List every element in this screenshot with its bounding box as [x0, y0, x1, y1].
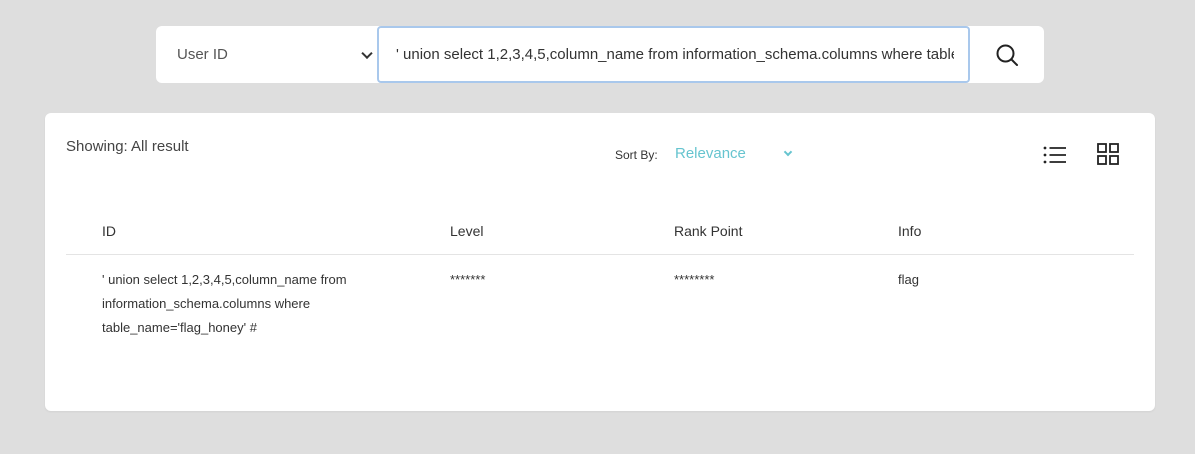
column-header-level: Level	[450, 223, 484, 239]
cell-info: flag	[898, 272, 919, 287]
results-card: Showing: All result Sort By: Relevance I…	[45, 113, 1155, 411]
sort-selected-value: Relevance	[675, 145, 746, 162]
results-table-header: ID Level Rank Point Info	[66, 208, 1134, 255]
search-bar: User ID	[156, 26, 1044, 83]
search-icon	[996, 44, 1018, 66]
search-field-selected-value: User ID	[177, 46, 228, 63]
table-row: ' union select 1,2,3,4,5,column_name fro…	[66, 255, 1134, 355]
list-view-icon[interactable]	[1043, 145, 1067, 165]
search-input[interactable]	[377, 26, 970, 83]
search-button[interactable]	[970, 26, 1044, 83]
column-header-id: ID	[102, 223, 116, 239]
chevron-down-icon	[783, 147, 793, 157]
column-header-rank-point: Rank Point	[674, 223, 743, 239]
page: User ID Showing: All result Sort By: Rel…	[0, 0, 1195, 454]
sort-select[interactable]: Relevance	[675, 145, 793, 167]
chevron-down-icon	[361, 47, 373, 59]
sort-label: Sort By:	[615, 148, 658, 162]
search-field-select[interactable]: User ID	[156, 26, 377, 83]
column-header-info: Info	[898, 223, 922, 239]
showing-text: Showing: All result	[66, 138, 189, 155]
cell-rank-point: ********	[674, 272, 715, 287]
grid-view-icon[interactable]	[1097, 143, 1119, 165]
cell-level: *******	[450, 272, 486, 287]
cell-id: ' union select 1,2,3,4,5,column_name fro…	[102, 272, 347, 335]
